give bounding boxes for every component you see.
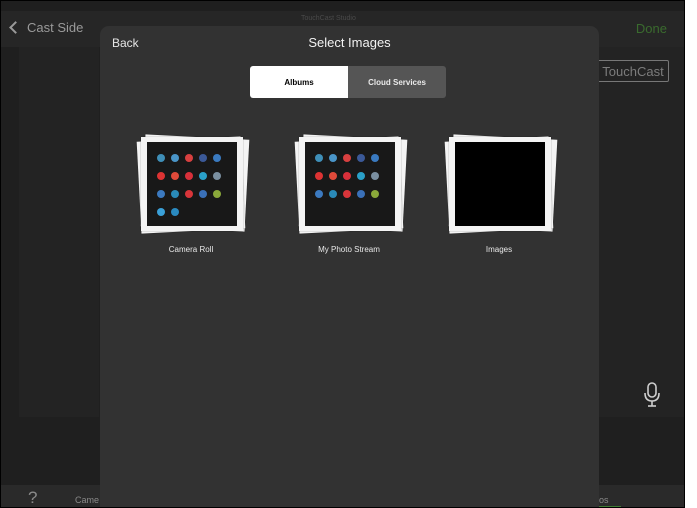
tab-albums[interactable]: Albums <box>250 66 348 98</box>
app-icon <box>199 190 207 198</box>
album-thumbnail <box>455 142 545 226</box>
cast-side-label: Cast Side <box>27 20 84 35</box>
app-icon <box>213 154 221 162</box>
album-label: Camera Roll <box>168 245 214 254</box>
done-button[interactable]: Done <box>636 21 667 36</box>
app-icon <box>199 172 207 180</box>
app-icon <box>171 190 179 198</box>
app-icon <box>329 172 337 180</box>
app-icon <box>315 154 323 162</box>
app-icon <box>213 172 221 180</box>
app-icon <box>199 154 207 162</box>
app-icon <box>371 172 379 180</box>
app-icon <box>157 190 165 198</box>
select-images-dialog: Back Select Images Albums Cloud Services <box>100 26 599 507</box>
app-icon <box>171 172 179 180</box>
app-icon <box>357 154 365 162</box>
app-icon <box>329 154 337 162</box>
album-label: My Photo Stream <box>318 245 380 254</box>
tab-cloud-services[interactable]: Cloud Services <box>348 66 446 98</box>
album-label: Images <box>485 245 513 254</box>
album-thumbnail <box>305 142 395 226</box>
app-title: TouchCast Studio <box>301 15 356 22</box>
source-segmented-control: Albums Cloud Services <box>250 66 446 98</box>
app-icon <box>357 190 365 198</box>
app-icon <box>315 190 323 198</box>
app-icon <box>157 172 165 180</box>
app-icon <box>343 154 351 162</box>
album-thumbnail-stack <box>443 134 558 234</box>
app-icon <box>171 208 179 216</box>
bottom-right-tab-label[interactable]: os <box>599 495 609 505</box>
album-thumbnail-stack <box>135 134 250 234</box>
app-icon <box>315 172 323 180</box>
app-icon <box>371 154 379 162</box>
album-my-photo-stream[interactable]: My Photo Stream <box>291 134 408 260</box>
app-icon <box>213 190 221 198</box>
app-icon <box>171 154 179 162</box>
album-thumbnail <box>147 142 237 226</box>
dialog-title: Select Images <box>308 35 391 50</box>
app-icon <box>185 190 193 198</box>
app-icon <box>185 154 193 162</box>
right-panel <box>599 47 684 417</box>
app-icon <box>157 208 165 216</box>
microphone-icon[interactable] <box>643 382 661 408</box>
album-thumbnail-stack <box>293 134 408 234</box>
app-icon <box>343 172 351 180</box>
app-icon <box>371 190 379 198</box>
left-panel <box>19 47 99 417</box>
app-icon <box>357 172 365 180</box>
chevron-left-icon <box>9 21 22 34</box>
album-camera-roll[interactable]: Camera Roll <box>133 134 250 260</box>
app-window: Cast Side TouchCast Studio Done TouchCas… <box>0 0 685 508</box>
album-images[interactable]: Images <box>441 134 558 260</box>
app-icon <box>157 154 165 162</box>
app-icon <box>343 190 351 198</box>
touchcast-logo: TouchCast <box>597 60 669 82</box>
app-icon <box>329 190 337 198</box>
help-button[interactable]: ? <box>28 488 37 507</box>
cast-side-back-button[interactable]: Cast Side <box>9 20 84 35</box>
bottom-left-tab-label[interactable]: Came <box>75 495 99 505</box>
app-icon <box>185 172 193 180</box>
